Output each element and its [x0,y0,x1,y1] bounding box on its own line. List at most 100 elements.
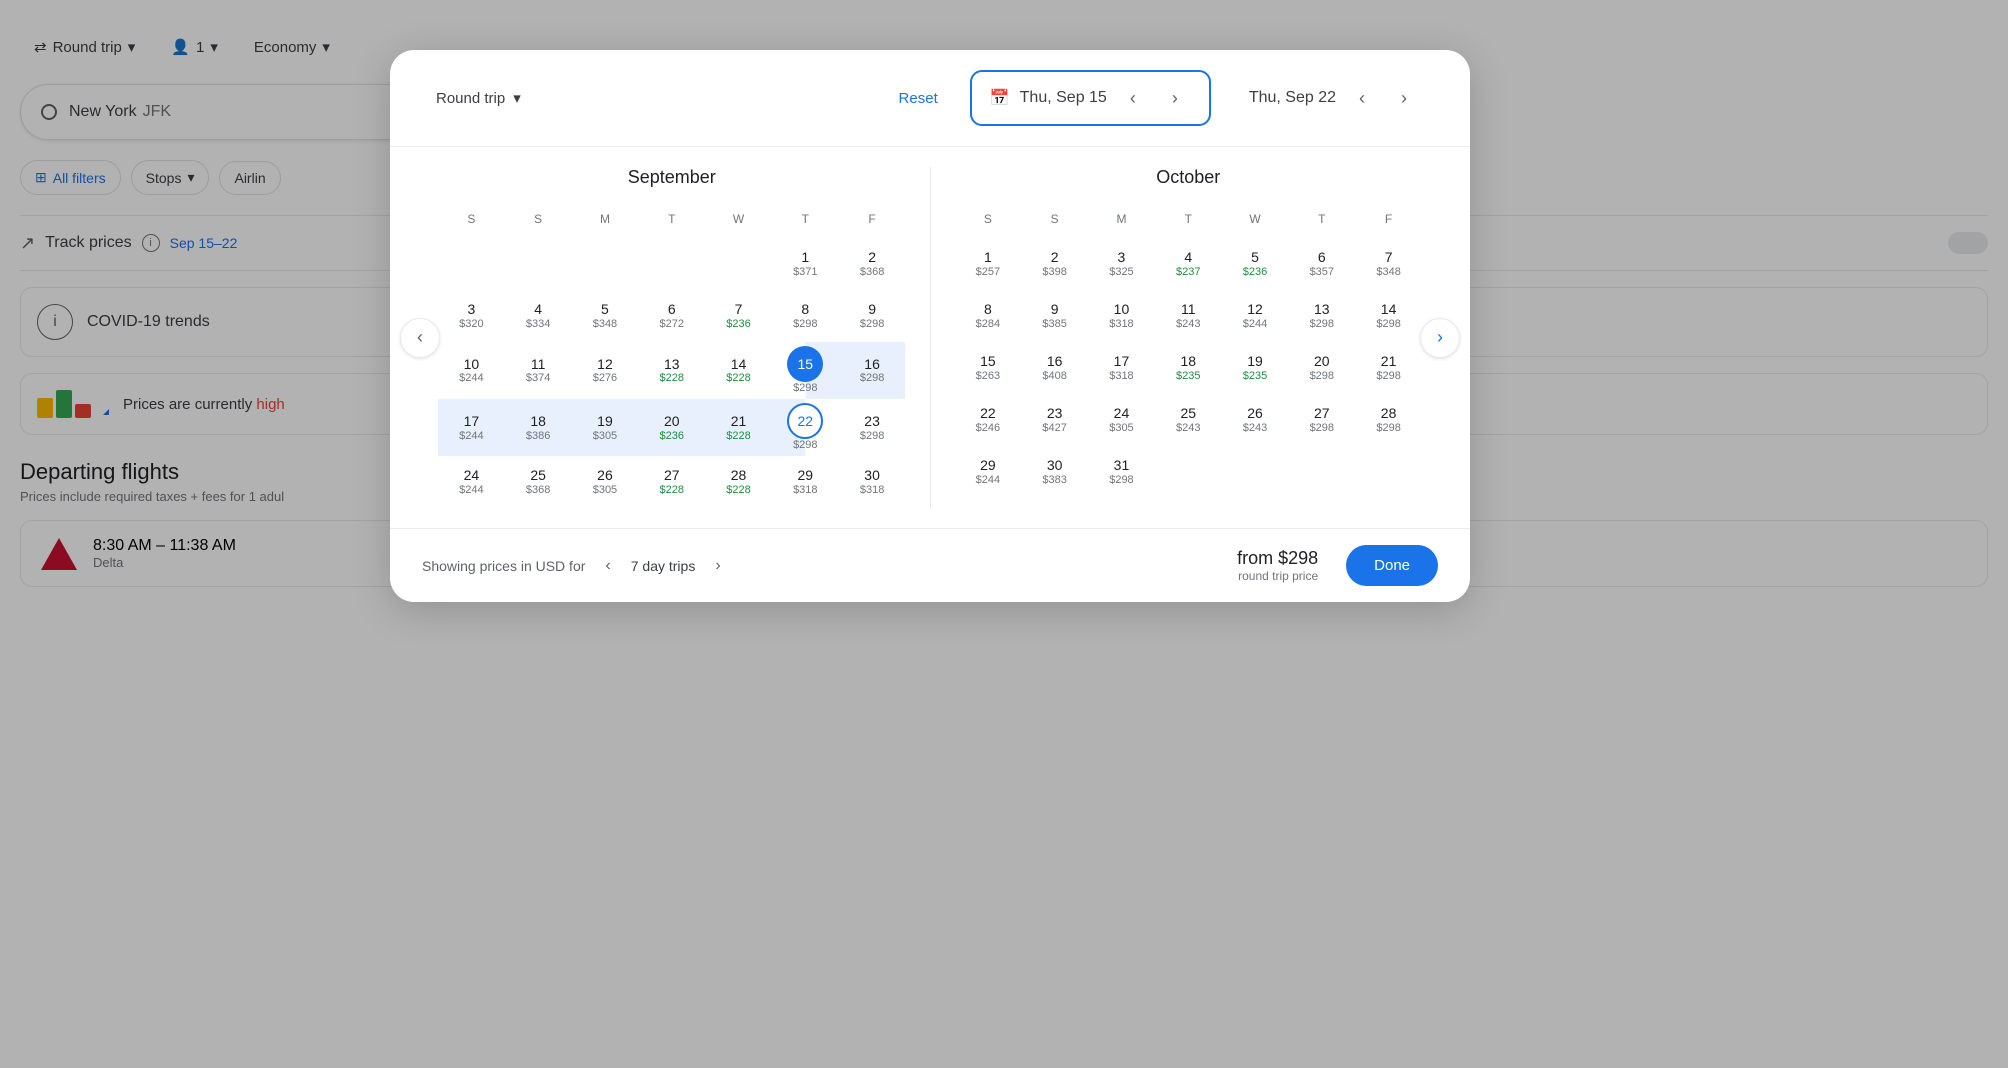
calendar-cell [438,238,505,290]
calendar-cell [505,238,572,290]
calendar-cell[interactable]: 26$305 [572,456,639,508]
calendar-cell[interactable]: 25$243 [1155,394,1222,446]
calendars-container: September S S M T W T F 1$3712$3683$3204… [390,147,1470,528]
departure-date-picker[interactable]: 📅 Thu, Sep 15 ‹ › [970,70,1211,126]
calendar-cell[interactable]: 16$298 [839,342,906,399]
calendar-cell[interactable]: 18$235 [1155,342,1222,394]
price-summary: from $298 round trip price [1237,548,1318,583]
calendar-day-price: $298 [860,318,884,331]
calendar-day-number: 24 [1114,405,1130,422]
trip-prev-button[interactable]: ‹ [597,553,618,579]
return-prev-button[interactable]: ‹ [1346,82,1378,114]
calendar-day-number: 2 [868,249,876,266]
calendar-cell[interactable]: 30$318 [839,456,906,508]
calendar-day-price: $298 [793,382,817,395]
calendar-cell[interactable]: 6$272 [638,290,705,342]
calendar-cell[interactable]: 24$244 [438,456,505,508]
calendar-cell[interactable]: 28$228 [705,456,772,508]
calendar-cell[interactable]: 8$298 [772,290,839,342]
calendar-cell[interactable]: 29$244 [955,446,1022,498]
calendar-day-number: 26 [597,467,613,484]
september-day-headers: S S M T W T F [438,208,906,230]
calendar-cell[interactable]: 5$348 [572,290,639,342]
calendar-cell[interactable]: 27$228 [638,456,705,508]
calendar-cell[interactable]: 26$243 [1222,394,1289,446]
calendar-day-price: $244 [459,372,483,385]
calendar-cell[interactable]: 9$385 [1021,290,1088,342]
calendar-cell[interactable]: 19$305 [572,399,639,456]
calendar-cell[interactable]: 9$298 [839,290,906,342]
calendar-cell[interactable]: 18$386 [505,399,572,456]
calendar-cell[interactable]: 1$257 [955,238,1022,290]
calendar-cell[interactable]: 27$298 [1288,394,1355,446]
calendar-cell[interactable]: 16$408 [1021,342,1088,394]
calendar-day-number: 25 [1180,405,1196,422]
september-grid: 1$3712$3683$3204$3345$3486$2727$2368$298… [438,238,906,508]
calendar-cell[interactable]: 20$236 [638,399,705,456]
calendar-day-number: 8 [801,301,809,318]
calendar-cell[interactable]: 2$398 [1021,238,1088,290]
calendar-day-number: 1 [984,249,992,266]
calendar-day-number: 12 [597,356,613,373]
calendar-day-price: $244 [459,430,483,443]
calendar-cell[interactable]: 4$334 [505,290,572,342]
calendar-cell[interactable]: 10$318 [1088,290,1155,342]
calendar-cell[interactable]: 22$246 [955,394,1022,446]
calendar-day-number: 23 [864,413,880,430]
calendar-cell[interactable]: 21$298 [1355,342,1422,394]
calendar-cell[interactable]: 22$298 [772,399,839,456]
trip-next-button[interactable]: › [707,553,728,579]
calendar-day-price: $427 [1042,422,1066,435]
calendar-cell[interactable]: 25$368 [505,456,572,508]
calendar-day-price: $235 [1176,370,1200,383]
calendar-cell[interactable]: 12$276 [572,342,639,399]
calendar-cell[interactable]: 14$298 [1355,290,1422,342]
calendar-day-number: 1 [801,249,809,266]
departure-next-button[interactable]: › [1159,82,1191,114]
round-trip-selector[interactable]: Round trip ▾ [422,81,535,115]
reset-button[interactable]: Reset [887,82,950,115]
calendar-cell[interactable]: 30$383 [1021,446,1088,498]
calendar-cell[interactable]: 15$298 [772,342,839,399]
calendar-cell[interactable]: 8$284 [955,290,1022,342]
calendar-cell[interactable]: 15$263 [955,342,1022,394]
calendar-cell[interactable]: 10$244 [438,342,505,399]
calendar-day-number: 25 [530,467,546,484]
calendar-cell[interactable]: 24$305 [1088,394,1155,446]
calendar-cell[interactable]: 29$318 [772,456,839,508]
day-header-m-oct: M [1088,208,1155,230]
calendar-cell[interactable]: 21$228 [705,399,772,456]
calendar-cell[interactable]: 17$244 [438,399,505,456]
departure-prev-button[interactable]: ‹ [1117,82,1149,114]
calendar-cell[interactable]: 11$243 [1155,290,1222,342]
calendar-cell[interactable]: 13$228 [638,342,705,399]
calendar-cell[interactable]: 31$298 [1088,446,1155,498]
calendar-cell[interactable]: 13$298 [1288,290,1355,342]
calendar-day-number: 22 [980,405,996,422]
calendar-cell[interactable]: 23$427 [1021,394,1088,446]
calendar-next-month-button[interactable]: › [1420,318,1460,358]
calendar-cell[interactable]: 7$236 [705,290,772,342]
showing-text: Showing prices in USD for [422,558,585,574]
calendar-cell[interactable]: 12$244 [1222,290,1289,342]
done-button[interactable]: Done [1346,545,1438,586]
calendar-cell[interactable]: 7$348 [1355,238,1422,290]
calendar-cell[interactable]: 11$374 [505,342,572,399]
calendar-cell[interactable]: 23$298 [839,399,906,456]
calendar-cell[interactable]: 6$357 [1288,238,1355,290]
calendar-cell[interactable]: 4$237 [1155,238,1222,290]
return-next-button[interactable]: › [1388,82,1420,114]
calendar-cell[interactable]: 5$236 [1222,238,1289,290]
calendar-cell[interactable]: 14$228 [705,342,772,399]
calendar-cell[interactable]: 2$368 [839,238,906,290]
calendar-prev-month-button[interactable]: ‹ [400,318,440,358]
calendar-cell[interactable]: 1$371 [772,238,839,290]
calendar-cell[interactable]: 17$318 [1088,342,1155,394]
calendar-cell[interactable]: 28$298 [1355,394,1422,446]
calendar-day-number: 20 [1314,353,1330,370]
calendar-cell[interactable]: 3$320 [438,290,505,342]
return-date-picker[interactable]: Thu, Sep 22 ‹ › [1231,72,1438,124]
calendar-cell[interactable]: 3$325 [1088,238,1155,290]
calendar-cell[interactable]: 20$298 [1288,342,1355,394]
calendar-cell[interactable]: 19$235 [1222,342,1289,394]
